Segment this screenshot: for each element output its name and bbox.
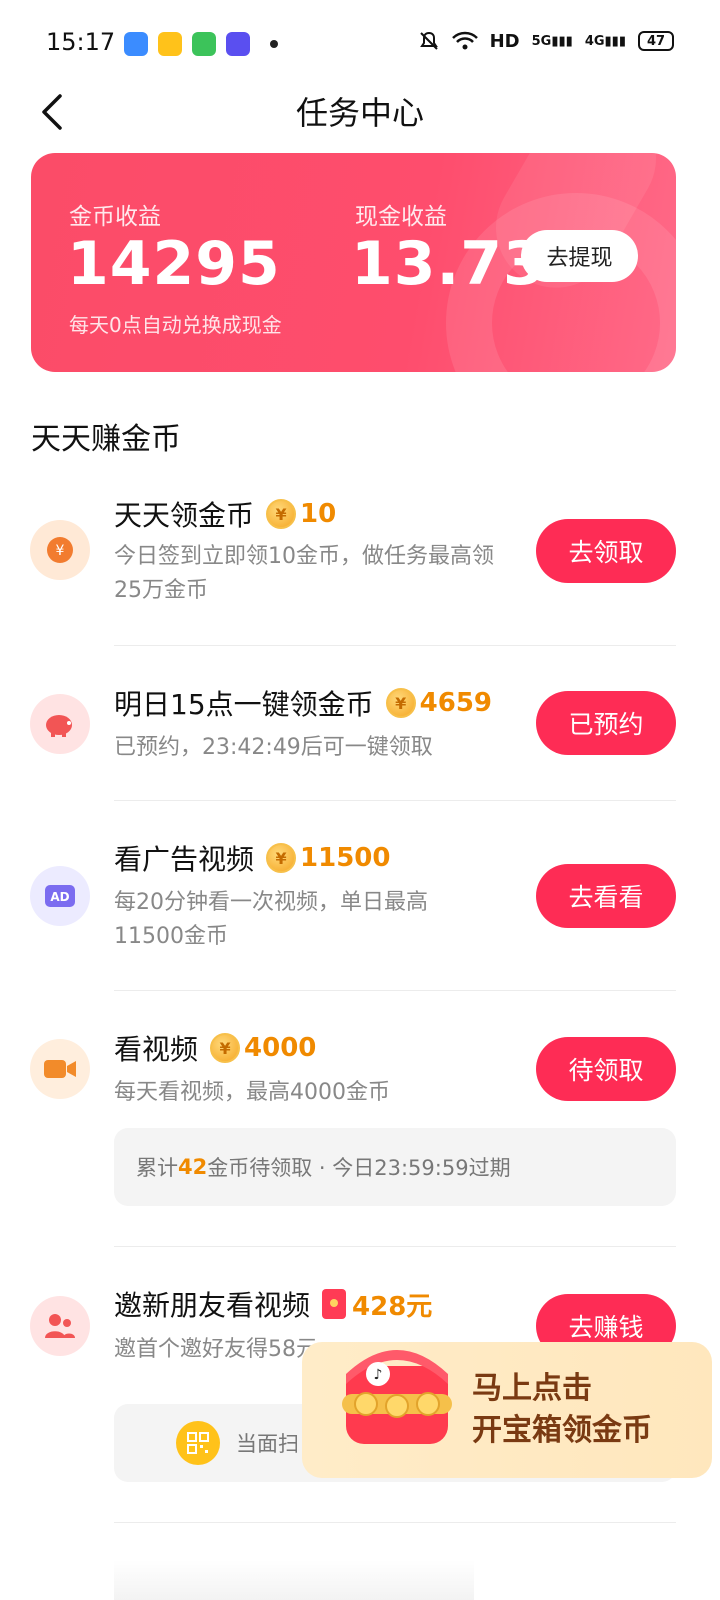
task-title: 明日15点一键领金币 ¥4659: [114, 688, 493, 721]
coin-reward: ¥4000: [210, 1033, 316, 1063]
svg-text:AD: AD: [50, 890, 69, 904]
exchange-note: 每天0点自动兑换成现金: [69, 313, 282, 337]
pending-claim-button[interactable]: 待领取: [536, 1037, 676, 1101]
piggy-bank-icon: [30, 694, 90, 754]
pending-coins-info: 累计 42 金币待领取 · 今日23:59:59过期: [114, 1128, 676, 1206]
divider: [114, 1522, 676, 1523]
notification-icons: [124, 32, 278, 56]
coin-icon: ¥: [266, 499, 297, 529]
task-title: 天天领金币 ¥10: [114, 499, 337, 532]
battery-icon: 47: [638, 31, 674, 51]
signal-4g-icon: 4G▮▮▮: [584, 33, 626, 49]
app-notification-icon: [158, 32, 182, 56]
task-description: 已预约，23:42:49后可一键领取: [114, 735, 433, 760]
system-icons: HD 5G▮▮▮ 4G▮▮▮ 47: [418, 30, 674, 52]
svg-text:¥: ¥: [56, 543, 65, 559]
app-notification-icon: [192, 32, 216, 56]
status-time: 15:17: [46, 28, 116, 56]
qr-code-icon: [176, 1421, 220, 1465]
wifi-icon: [451, 31, 478, 50]
coin-icon: ¥: [266, 843, 297, 873]
task-title: 邀新朋友看视频 428元: [114, 1284, 432, 1324]
coin-reward: ¥11500: [266, 843, 390, 873]
section-title: 天天赚金币: [31, 422, 181, 457]
nav-bar: 任务中心: [0, 84, 720, 160]
page-title: 任务中心: [295, 94, 424, 132]
video-camera-icon: [30, 1039, 90, 1099]
red-packet-icon: [322, 1289, 347, 1319]
next-task-peek: [114, 1560, 474, 1600]
watch-ad-button[interactable]: 去看看: [536, 864, 676, 928]
coin-earnings-value: 14295: [67, 229, 281, 299]
treasure-chest-icon[interactable]: ♪: [332, 1326, 462, 1458]
cash-reward: 428元: [322, 1286, 432, 1323]
claim-coins-button[interactable]: 去领取: [536, 519, 676, 583]
task-description: 今日签到立即领10金币，做任务最高领25万金币: [114, 544, 494, 603]
invite-friends-icon: [30, 1296, 90, 1356]
cash-earnings-label: 现金收益: [355, 204, 447, 230]
scan-invite-label: 当面扫: [236, 1432, 299, 1456]
divider: [114, 800, 676, 801]
status-bar: 15:17 HD 5G▮▮▮ 4G▮▮▮ 47: [0, 0, 720, 84]
svg-text:♪: ♪: [374, 1367, 383, 1383]
divider: [114, 1246, 676, 1247]
task-title: 看广告视频 ¥11500: [114, 843, 391, 876]
coin-reward: ¥10: [266, 499, 336, 529]
task-title: 看视频 ¥4000: [114, 1033, 317, 1066]
divider: [114, 645, 676, 646]
coin-icon: ¥: [210, 1033, 241, 1063]
network-label: HD: [489, 30, 520, 52]
task-description: 每天看视频，最高4000金币: [114, 1080, 390, 1105]
mute-icon: [419, 31, 438, 50]
yen-coin-icon: ¥: [30, 520, 90, 580]
treasure-line2: 开宝箱领金币: [472, 1413, 652, 1448]
reserved-button[interactable]: 已预约: [536, 691, 676, 755]
withdraw-button[interactable]: 去提现: [521, 230, 638, 282]
app-notification-icon: [226, 32, 250, 56]
task-description: 每20分钟看一次视频，单日最高11500金币: [114, 890, 428, 949]
signal-5g-icon: 5G▮▮▮: [531, 33, 573, 49]
coin-icon: ¥: [385, 688, 416, 718]
ad-icon: AD: [30, 866, 90, 926]
treasure-text[interactable]: 马上点击 开宝箱领金币: [472, 1368, 652, 1452]
divider: [114, 990, 676, 991]
cash-earnings-value: 13.73: [351, 229, 546, 299]
treasure-line1: 马上点击: [472, 1371, 592, 1406]
earnings-card: 金币收益 14295 现金收益 13.73 去提现 每天0点自动兑换成现金: [31, 153, 676, 372]
more-notifications-icon: [270, 40, 278, 48]
coin-reward: ¥4659: [385, 688, 492, 718]
app-notification-icon: [124, 32, 148, 56]
coin-earnings-label: 金币收益: [69, 204, 161, 230]
